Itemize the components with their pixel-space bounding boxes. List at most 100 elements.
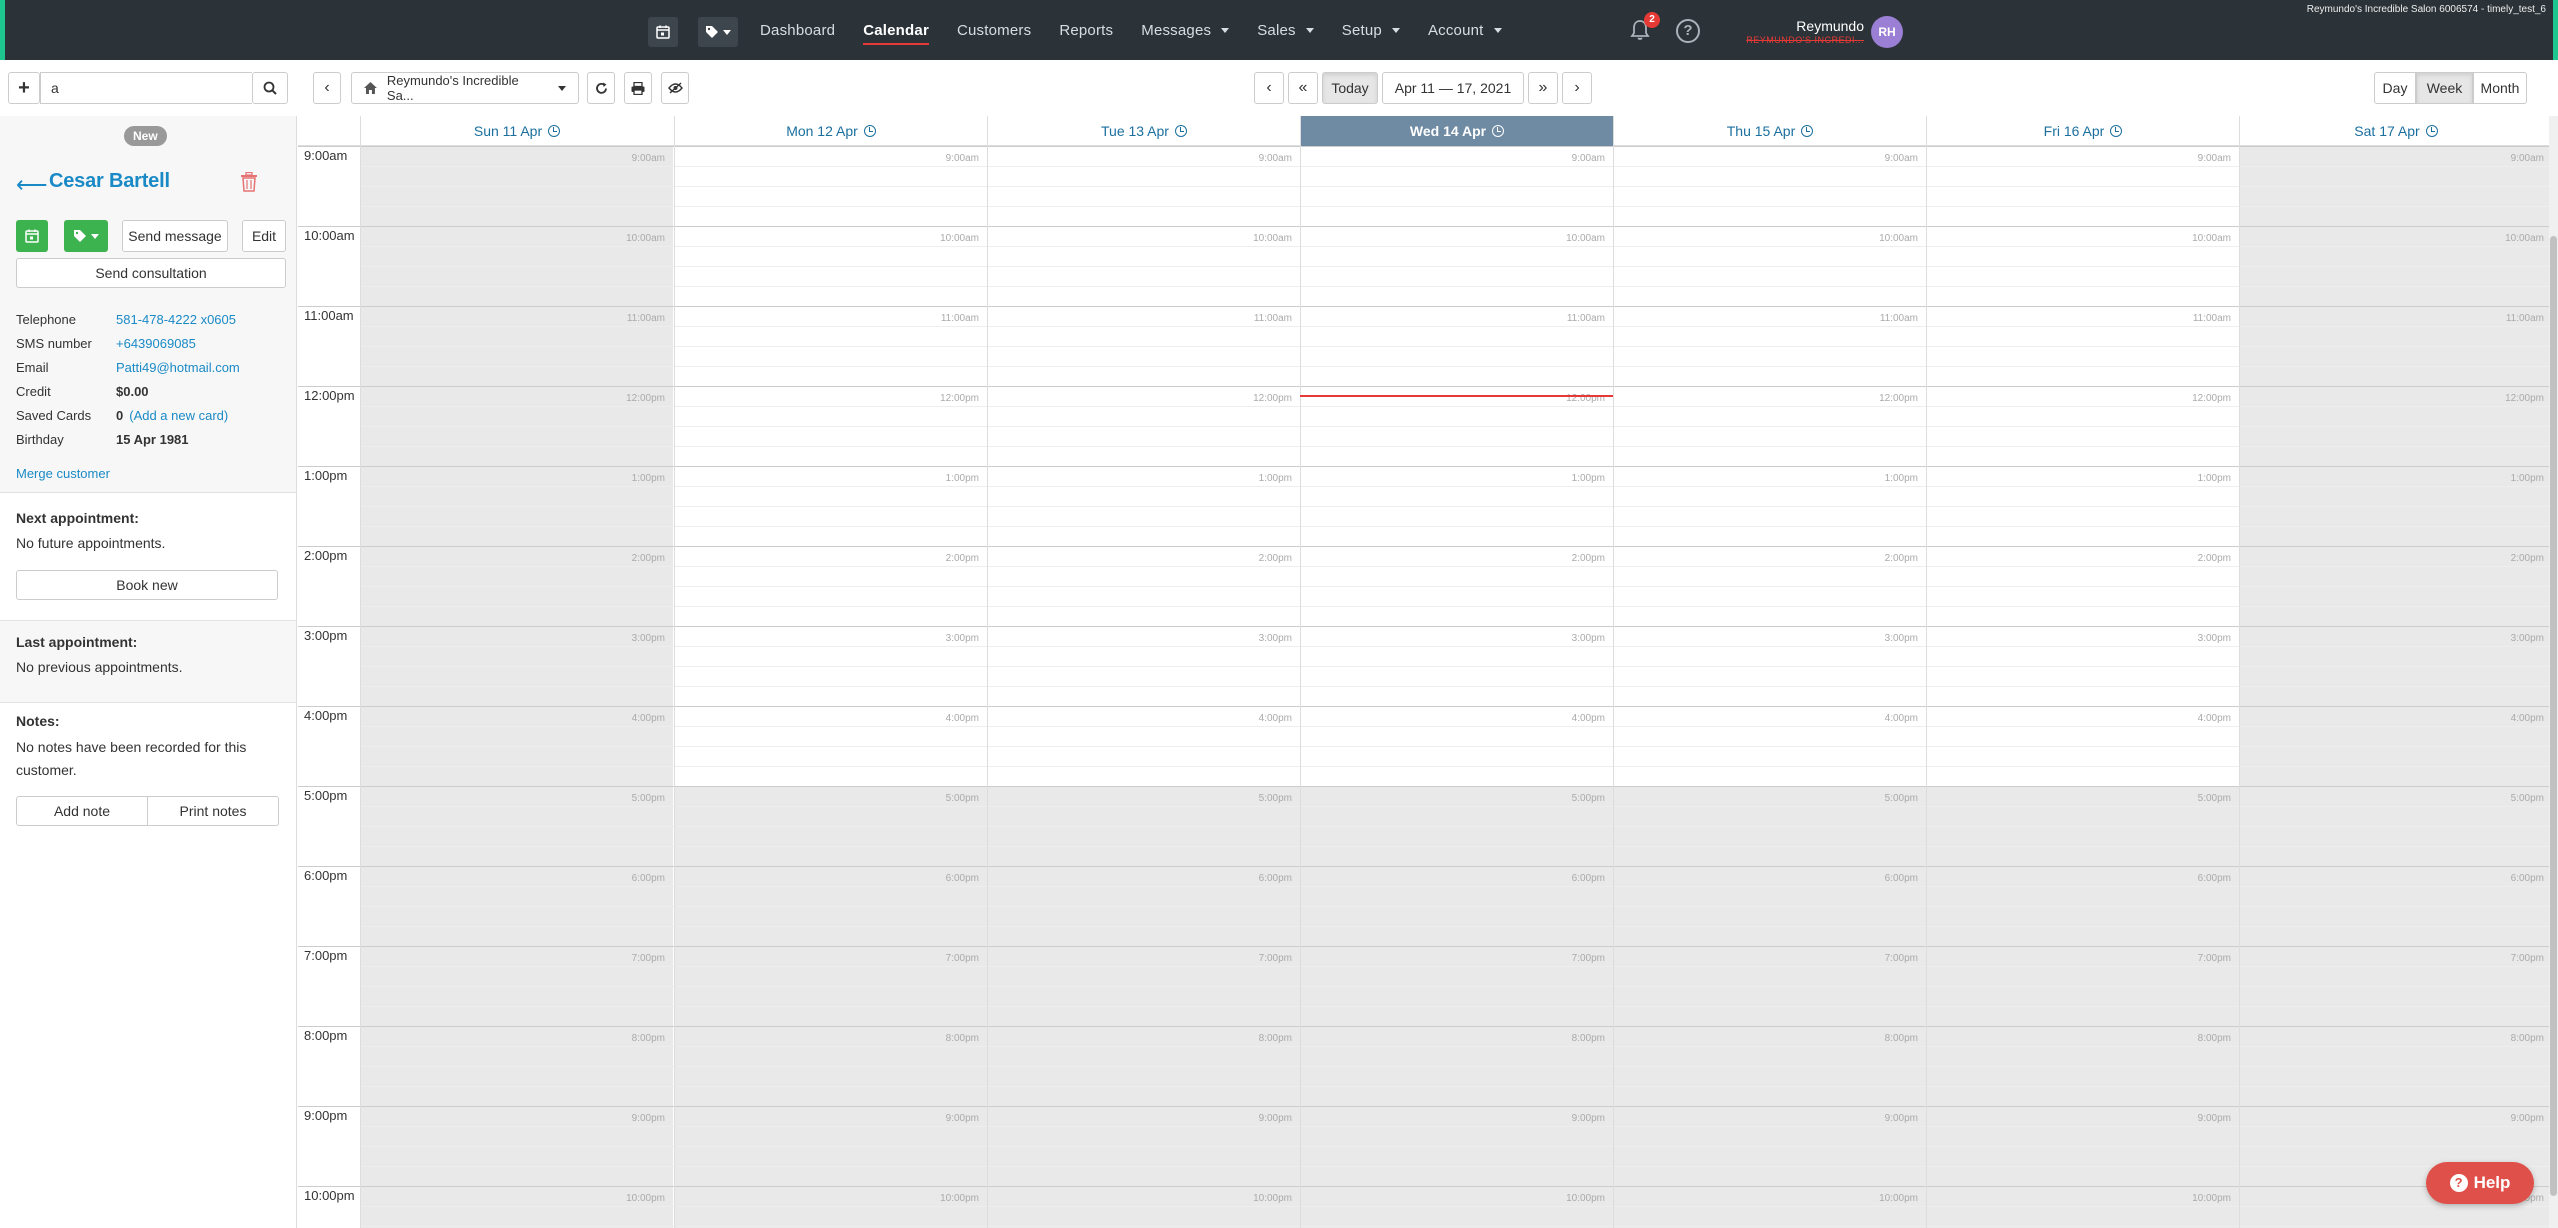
customer-name[interactable]: Cesar Bartell	[49, 170, 170, 193]
week-calendar: Sun 11 Apr Mon 12 Apr Tue 13 Apr Wed 14 Apr…	[298, 116, 2558, 1228]
nav-link-customers[interactable]: Customers	[957, 22, 1031, 39]
day-header-3[interactable]: Wed 14 Apr	[1300, 116, 1613, 146]
user-salon-name: REYMUNDO'S INCREDI...	[1746, 35, 1864, 45]
calendar-scrollbar[interactable]	[2549, 116, 2558, 1228]
send-consultation-button[interactable]: Send consultation	[16, 258, 286, 288]
view-month-button[interactable]: Month	[2473, 72, 2527, 104]
print-icon	[631, 81, 645, 95]
clock-icon	[2425, 125, 2438, 137]
edit-customer-button[interactable]: Edit	[242, 220, 286, 252]
nav-link-dashboard[interactable]: Dashboard	[760, 22, 835, 39]
tag-icon	[706, 26, 718, 38]
search-button[interactable]	[252, 72, 288, 104]
day-column-5[interactable]	[1926, 146, 2239, 1228]
time-label: 4:00pm	[304, 708, 348, 723]
clock-icon	[1174, 125, 1187, 137]
day-column-0[interactable]	[360, 146, 673, 1228]
previous-month-button[interactable]: «	[1288, 72, 1318, 104]
day-header-0[interactable]: Sun 11 Apr	[360, 116, 673, 146]
detail-label: Email	[16, 360, 49, 375]
help-question-icon[interactable]: ?	[1676, 19, 1700, 43]
day-column-3[interactable]	[1300, 146, 1613, 1228]
view-week-button[interactable]: Week	[2416, 72, 2473, 104]
nav-link-setup[interactable]: Setup	[1342, 22, 1400, 39]
detail-row-saved-cards: Saved Cards 0 (Add a new card)	[16, 406, 228, 426]
print-button[interactable]	[624, 72, 652, 104]
detail-label: Saved Cards	[16, 408, 92, 423]
nav-link-label: Dashboard	[760, 21, 836, 39]
date-range-display[interactable]: Apr 11 — 17, 2021	[1382, 72, 1524, 104]
day-header-label: Thu 15 Apr	[1726, 123, 1796, 139]
detail-value: 15 Apr 1981	[116, 432, 189, 447]
day-column-6[interactable]	[2239, 146, 2552, 1228]
time-label: 12:00pm	[304, 388, 355, 403]
clock-icon	[548, 125, 561, 137]
detail-value[interactable]: Patti49@hotmail.com	[116, 358, 240, 378]
help-button[interactable]: ? Help	[2426, 1162, 2534, 1204]
next-month-button[interactable]: »	[1528, 72, 1558, 104]
back-arrow-icon[interactable]: ⟵	[16, 172, 48, 198]
visibility-toggle-button[interactable]	[661, 72, 689, 104]
home-icon	[364, 82, 377, 94]
book-new-button[interactable]: Book new	[16, 570, 278, 600]
location-select[interactable]: Reymundo's Incredible Sa...	[351, 72, 579, 104]
last-appointment-title: Last appointment:	[16, 634, 138, 650]
calendar-quick-button[interactable]	[648, 17, 678, 47]
user-name[interactable]: Reymundo	[1796, 18, 1864, 34]
clock-icon	[1492, 125, 1505, 137]
book-appointment-button[interactable]	[16, 220, 48, 252]
detail-label: SMS number	[16, 336, 92, 351]
notes-title: Notes:	[16, 713, 60, 729]
merge-customer-link[interactable]: Merge customer	[16, 466, 110, 481]
add-note-button[interactable]: Add note	[16, 796, 148, 826]
detail-value[interactable]: 581-478-4222 x0605	[116, 310, 236, 330]
refresh-button[interactable]	[587, 72, 615, 104]
time-grid[interactable]: 9:00am 9:00am 9:00am 9:00am 9:00am 9:00am 9:00…	[298, 146, 2558, 1228]
help-button-label: Help	[2473, 1173, 2511, 1192]
collapse-sidebar-button[interactable]: ‹	[313, 72, 341, 104]
detail-label: Telephone	[16, 312, 76, 327]
time-label: 3:00pm	[304, 628, 348, 643]
day-header-1[interactable]: Mon 12 Apr	[674, 116, 987, 146]
send-message-button[interactable]: Send message	[122, 220, 228, 252]
day-column-2[interactable]	[987, 146, 1300, 1228]
day-header-5[interactable]: Fri 16 Apr	[1926, 116, 2239, 146]
nav-link-messages[interactable]: Messages	[1141, 22, 1230, 39]
add-card-link[interactable]: (Add a new card)	[129, 406, 228, 426]
today-button[interactable]: Today	[1322, 72, 1378, 104]
detail-value: 0	[116, 408, 124, 423]
accent-strip-left	[0, 0, 5, 60]
scrollbar-thumb[interactable]	[2550, 236, 2557, 1196]
top-navigation-bar: Dashboard Calendar Customers Reports Message…	[0, 0, 2558, 60]
refresh-icon	[595, 82, 607, 94]
chevron-down-icon	[1493, 27, 1502, 33]
avatar[interactable]: RH	[1871, 16, 1903, 48]
tag-dropdown-button[interactable]	[64, 220, 108, 252]
day-column-4[interactable]	[1613, 146, 1926, 1228]
time-label: 9:00pm	[304, 1108, 348, 1123]
print-notes-button[interactable]: Print notes	[147, 796, 279, 826]
view-day-button[interactable]: Day	[2374, 72, 2416, 104]
detail-value[interactable]: +6439069085	[116, 334, 196, 354]
customer-search-input[interactable]	[40, 72, 252, 104]
next-week-button[interactable]: ›	[1562, 72, 1592, 104]
day-column-1[interactable]	[674, 146, 987, 1228]
day-header-4[interactable]: Thu 15 Apr	[1613, 116, 1926, 146]
nav-link-reports[interactable]: Reports	[1059, 22, 1113, 39]
nav-link-calendar[interactable]: Calendar	[863, 22, 929, 45]
tag-quick-button[interactable]	[698, 17, 738, 47]
day-header-6[interactable]: Sat 17 Apr	[2239, 116, 2552, 146]
trash-icon[interactable]	[240, 172, 258, 192]
location-select-label: Reymundo's Incredible Sa...	[386, 73, 519, 103]
time-label: 10:00pm	[304, 1188, 355, 1203]
eye-slash-icon	[667, 82, 683, 94]
double-chevron-right-icon: »	[1538, 79, 1548, 96]
day-header-2[interactable]: Tue 13 Apr	[987, 116, 1300, 146]
chevron-down-icon	[1305, 27, 1314, 33]
add-customer-button[interactable]: +	[8, 72, 40, 104]
previous-week-button[interactable]: ‹	[1254, 72, 1284, 104]
nav-link-account[interactable]: Account	[1428, 22, 1502, 39]
time-label: 2:00pm	[304, 548, 348, 563]
nav-link-sales[interactable]: Sales	[1257, 22, 1314, 39]
time-label: 5:00pm	[304, 788, 348, 803]
